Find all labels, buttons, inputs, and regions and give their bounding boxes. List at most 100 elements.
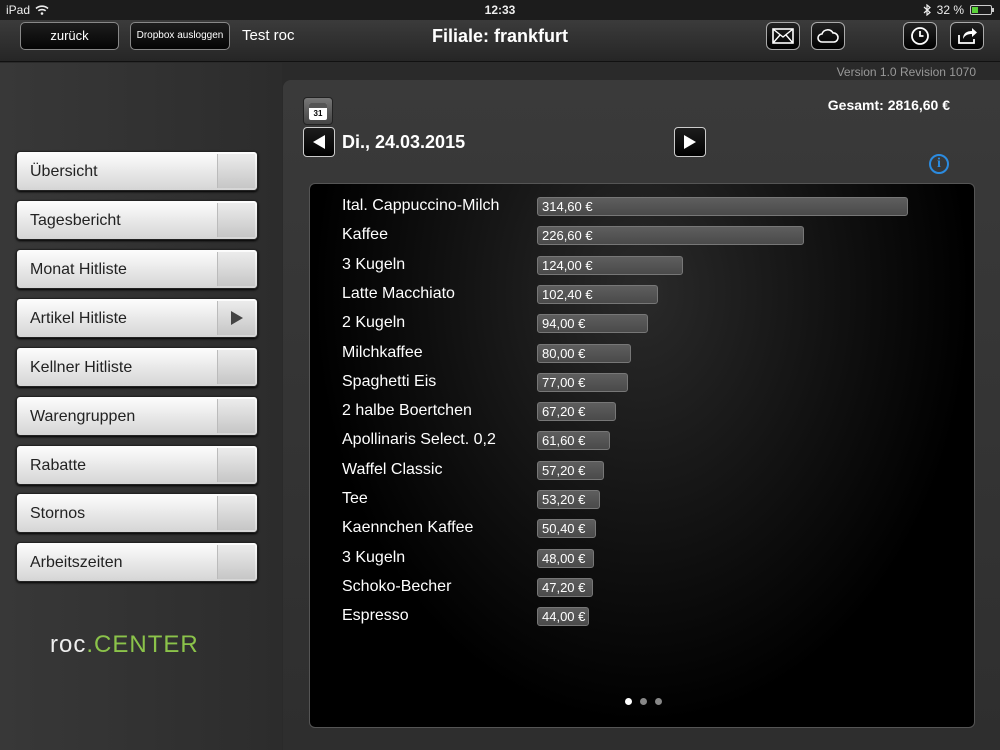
bar-value-label: 44,00 € — [542, 609, 586, 625]
chart-row: Milchkaffee 80,00 € — [310, 343, 976, 363]
arrow-right-icon — [684, 135, 696, 149]
article-name: Spaghetti Eis — [342, 372, 437, 390]
sidebar-item-label: Stornos — [30, 505, 86, 522]
bar-value-label: 50,40 € — [542, 521, 586, 537]
main-panel: 31 Di., 24.03.2015 Gesamt: 2816,60 € i I… — [283, 80, 1000, 750]
sidebar-item-label: Warengruppen — [30, 408, 136, 425]
sidebar-item-stornos[interactable]: Stornos — [16, 493, 258, 533]
status-bar: iPad 12:33 32 % — [0, 0, 1000, 20]
chart-row: Schoko-Becher 47,20 € — [310, 577, 976, 597]
selected-date: Di., 24.03.2015 — [342, 132, 466, 152]
time-button[interactable] — [903, 22, 937, 50]
logo-main-text: roc — [50, 631, 87, 658]
page-dot[interactable] — [639, 698, 647, 705]
version-label: Version 1.0 Revision 1070 — [836, 65, 976, 79]
total-amount: Gesamt: 2816,60 € — [827, 97, 950, 113]
sidebar-item-artikel-hitliste[interactable]: Artikel Hitliste — [16, 298, 258, 338]
bar-value-label: 47,20 € — [542, 579, 586, 595]
sidebar-item-monat-hitliste[interactable]: Monat Hitliste — [16, 249, 258, 289]
sidebar-item-tagesbericht[interactable]: Tagesbericht — [16, 200, 258, 240]
bar-value-label: 314,60 € — [542, 199, 593, 214]
article-name: Latte Macchiato — [342, 284, 455, 302]
article-name: Waffel Classic — [342, 460, 443, 478]
bar-value-label: 61,60 € — [542, 433, 586, 449]
bar-value-label: 53,20 € — [542, 492, 586, 507]
article-name: Schoko-Becher — [342, 577, 452, 595]
sidebar-item-indicator — [217, 448, 255, 482]
article-name: Apollinaris Select. 0,2 — [342, 431, 496, 449]
sidebar: Übersicht Tagesbericht Monat Hitliste Ar… — [0, 63, 282, 750]
calendar-icon: 31 — [309, 102, 327, 120]
play-arrow-icon — [230, 311, 243, 325]
sidebar-item-uebersicht[interactable]: Übersicht — [16, 151, 258, 191]
sidebar-item-indicator — [217, 252, 255, 286]
info-icon[interactable]: i — [929, 154, 949, 174]
sidebar-item-indicator — [217, 496, 255, 530]
battery-percent: 32 % — [936, 3, 964, 17]
article-name: 3 Kugeln — [342, 548, 406, 566]
cloud-icon — [817, 29, 839, 43]
calendar-button[interactable]: 31 — [303, 97, 333, 125]
chart-row: Kaffee 226,60 € — [310, 225, 976, 246]
export-button[interactable] — [950, 22, 984, 50]
article-name: Milchkaffee — [342, 343, 423, 361]
clock-icon — [911, 27, 929, 45]
page-title: Filiale: frankfurt — [431, 26, 569, 46]
bar-value-label: 57,20 € — [542, 462, 586, 478]
chart-row: Waffel Classic 57,20 € — [310, 460, 976, 480]
sidebar-item-label: Übersicht — [30, 163, 98, 180]
sidebar-item-indicator — [217, 545, 255, 579]
page-dot[interactable] — [624, 698, 632, 705]
article-name: 2 halbe Boertchen — [342, 402, 472, 420]
next-day-button[interactable] — [674, 127, 706, 157]
chart-row: Tee 53,20 € — [310, 489, 976, 509]
sidebar-item-label: Artikel Hitliste — [30, 310, 127, 327]
chart-row: Kaennchen Kaffee 50,40 € — [310, 518, 976, 539]
article-name: Ital. Cappuccino-Milch — [342, 197, 500, 214]
cloud-button[interactable] — [811, 22, 845, 50]
chart-row: 2 Kugeln 94,00 € — [310, 313, 976, 334]
previous-day-button[interactable] — [303, 127, 335, 157]
mail-icon — [772, 28, 794, 44]
sidebar-item-label: Rabatte — [30, 457, 87, 474]
battery-icon — [970, 5, 994, 15]
sidebar-item-label: Arbeitszeiten — [30, 554, 123, 571]
bar-value-label: 80,00 € — [542, 345, 586, 361]
article-name: Espresso — [342, 607, 409, 625]
article-name: Tee — [342, 490, 368, 507]
bar-value-label: 67,20 € — [542, 404, 586, 420]
page-indicator[interactable] — [310, 698, 976, 705]
mail-button[interactable] — [766, 22, 800, 50]
article-hitlist-chart[interactable]: Ital. Cappuccino-Milch 314,60 € Kaffee 226,… — [309, 183, 975, 728]
sidebar-item-label: Kellner Hitliste — [30, 359, 133, 376]
bar-value-label: 48,00 € — [542, 550, 586, 566]
sidebar-item-kellner-hitliste[interactable]: Kellner Hitliste — [16, 347, 258, 387]
sidebar-item-warengruppen[interactable]: Warengruppen — [16, 396, 258, 436]
sidebar-item-label: Monat Hitliste — [30, 261, 127, 278]
chart-row: Espresso 44,00 € — [310, 606, 976, 627]
status-time: 12:33 — [484, 3, 516, 17]
bar-value-label: 102,40 € — [542, 286, 593, 302]
bar-value-label: 94,00 € — [542, 316, 586, 332]
chart-row: 3 Kugeln 48,00 € — [310, 548, 976, 568]
sidebar-item-indicator — [217, 203, 255, 237]
chart-row: Ital. Cappuccino-Milch 314,60 € — [310, 196, 976, 216]
chart-row: Spaghetti Eis 77,00 € — [310, 372, 976, 392]
top-navigation-bar: zurück Dropbox ausloggen Test roc Filial… — [0, 20, 1000, 62]
bar-value-label: 226,60 € — [542, 228, 593, 244]
page-dot[interactable] — [654, 698, 662, 705]
chart-row: 3 Kugeln 124,00 € — [310, 255, 976, 275]
sidebar-item-arbeitszeiten[interactable]: Arbeitszeiten — [16, 542, 258, 582]
bar-value-label: 124,00 € — [542, 257, 593, 273]
share-icon — [958, 28, 977, 44]
sidebar-item-label: Tagesbericht — [30, 212, 121, 229]
article-name: 3 Kugeln — [342, 255, 406, 273]
article-name: Kaennchen Kaffee — [342, 519, 474, 537]
sidebar-item-indicator — [217, 399, 255, 433]
article-name: 2 Kugeln — [342, 314, 406, 332]
sidebar-item-rabatte[interactable]: Rabatte — [16, 445, 258, 485]
sidebar-item-indicator — [217, 350, 255, 384]
article-name: Kaffee — [342, 226, 388, 244]
sidebar-item-indicator — [217, 301, 255, 335]
logo-accent-text: CENTER — [94, 631, 199, 658]
